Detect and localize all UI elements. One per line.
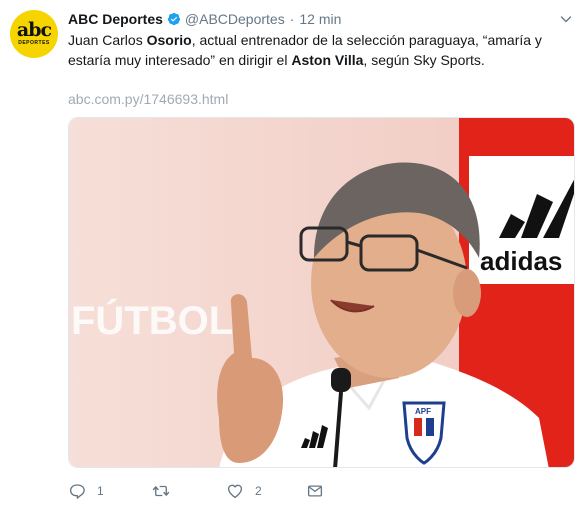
tweet-text-segment: Juan Carlos xyxy=(68,32,147,48)
banner-text: FÚTBOL xyxy=(71,297,233,343)
tweet-link[interactable]: abc.com.py/1746693.html xyxy=(68,90,228,108)
sponsor-text: adidas xyxy=(480,246,562,276)
tweet-media-photo[interactable]: adidas FÚTBOL APF xyxy=(68,117,575,468)
tweet-actions: 1 2 xyxy=(68,481,324,501)
photo-illustration: adidas FÚTBOL APF xyxy=(69,118,574,467)
separator-dot: · xyxy=(289,11,295,27)
reply-count: 1 xyxy=(97,484,104,498)
retweet-icon xyxy=(152,485,170,497)
like-button[interactable]: 2 xyxy=(226,481,306,501)
retweet-button[interactable] xyxy=(152,481,226,501)
author-name[interactable]: ABC Deportes xyxy=(68,11,163,27)
tweet-header: ABC Deportes @ABCDeportes · 12 min xyxy=(68,9,574,29)
verified-badge-icon xyxy=(167,12,181,26)
like-count: 2 xyxy=(255,484,262,498)
envelope-icon xyxy=(307,485,323,497)
avatar-logo-text: abc xyxy=(16,19,52,41)
tweet-timestamp[interactable]: 12 min xyxy=(299,11,341,27)
chevron-down-icon[interactable] xyxy=(558,11,574,27)
reply-icon xyxy=(69,484,85,499)
crest-text: APF xyxy=(415,407,431,416)
heart-icon xyxy=(227,484,243,499)
direct-message-button[interactable] xyxy=(306,481,324,501)
avatar-logo-subtext: DEPORTES xyxy=(18,40,50,46)
avatar[interactable]: abc DEPORTES xyxy=(10,10,58,58)
tweet-text: Juan Carlos Osorio, actual entrenador de… xyxy=(68,30,568,70)
tweet-text-bold: Aston Villa xyxy=(291,52,364,68)
author-handle[interactable]: @ABCDeportes xyxy=(185,11,285,27)
tweet-text-segment: , según Sky Sports. xyxy=(363,52,485,68)
tweet-card[interactable]: abc DEPORTES ABC Deportes @ABCDeportes ·… xyxy=(0,0,584,507)
tweet-text-bold: Osorio xyxy=(146,32,192,48)
reply-button[interactable]: 1 xyxy=(68,481,152,501)
